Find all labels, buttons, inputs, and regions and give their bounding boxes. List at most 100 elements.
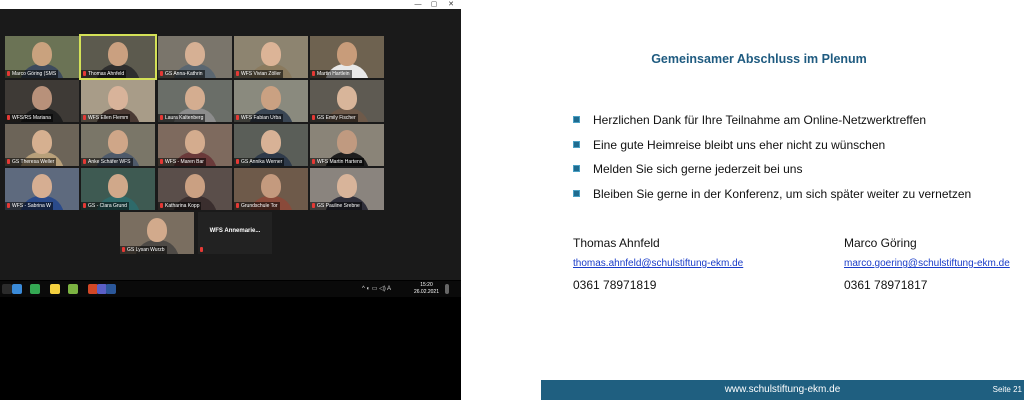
participant-name: Anke Schäfer WFS [81, 158, 133, 166]
participant-name-text: GS - Clara Grund [88, 203, 127, 209]
contact-email-link[interactable]: thomas.ahnfeld@schulstiftung-ekm.de [573, 258, 743, 278]
mic-muted-icon [200, 247, 203, 252]
participant-face [32, 86, 52, 110]
mic-muted-icon [236, 203, 239, 208]
participant-tile[interactable]: WFS Martin Hartens [310, 124, 384, 166]
participant-tile[interactable]: GS Lysan Wurzb [120, 212, 194, 254]
participant-face [337, 42, 357, 66]
mic-muted-icon [236, 115, 239, 120]
bullet-text: Herzlichen Dank für Ihre Teilnahme am On… [593, 113, 927, 127]
windows-taskbar: ^ ◐ ▭ ◁) A 15:20 26.02.2021 [0, 281, 461, 297]
participant-face [261, 130, 281, 154]
square-bullet-icon [573, 165, 580, 172]
participant-tile[interactable]: WFS Fabian Urba [234, 80, 308, 122]
window-title-bar: — ▢ ✕ [0, 0, 461, 9]
footer-url: www.schulstiftung-ekm.de [724, 384, 841, 395]
participant-name: GS Theresa Weller [5, 158, 57, 166]
participant-tile[interactable]: WFS Vivian Zöller [234, 36, 308, 78]
participant-tile[interactable]: Anke Schäfer WFS [81, 124, 155, 166]
participant-name-text: GS Lysan Wurzb [127, 247, 165, 253]
close-icon[interactable]: ✕ [444, 0, 458, 9]
mic-muted-icon [7, 71, 10, 76]
contact-email-link[interactable]: marco.goering@schulstiftung-ekm.de [844, 258, 1010, 278]
participant-gallery: Marco Göring (SMS Thomas Ahnfeld GS Anna-K… [0, 9, 461, 280]
participant-tile[interactable]: WFS Ellen Flemm [81, 80, 155, 122]
participant-name: WFS Martin Hartens [310, 158, 365, 166]
participant-face [185, 42, 205, 66]
sticky-notes-icon[interactable] [50, 284, 60, 294]
participant-tile-no-video[interactable]: WFS Annemarie... [198, 212, 272, 254]
participant-tile[interactable]: GS - Clara Grund [81, 168, 155, 210]
participant-name-text: WFS Ellen Flemm [88, 115, 129, 121]
clock-date: 26.02.2021 [413, 289, 439, 295]
participant-name: Katharina Kopp [158, 202, 202, 210]
participant-tile[interactable]: GS Theresa Weller [5, 124, 79, 166]
participant-tile[interactable]: GS Anna-Kathrin [158, 36, 232, 78]
mic-muted-icon [312, 203, 315, 208]
slide-footer: www.schulstiftung-ekm.de Seite 21 [541, 380, 1024, 400]
participant-face [32, 174, 52, 198]
participant-name-text: WFS - Sabrina W [12, 203, 51, 209]
participant-name: WFS Fabian Urba [234, 114, 284, 122]
camera-app-icon[interactable] [68, 284, 78, 294]
mic-muted-icon [7, 115, 10, 120]
show-desktop-button[interactable] [445, 284, 449, 294]
participant-name-text: WFS/RS Mariana [12, 115, 51, 121]
mic-muted-icon [312, 115, 315, 120]
participant-tile[interactable]: Katharina Kopp [158, 168, 232, 210]
participant-name-text: WFS Fabian Urba [241, 115, 282, 121]
bullet-item: Herzlichen Dank für Ihre Teilnahme am On… [573, 112, 971, 137]
participant-tile[interactable]: Laura Kaltenberg [158, 80, 232, 122]
square-bullet-icon [573, 189, 580, 197]
participant-name-text: GS Annika Werner [241, 159, 283, 165]
bullet-text: Bleiben Sie gerne in der Konferenz, um s… [593, 186, 972, 201]
maximize-icon[interactable]: ▢ [427, 0, 441, 9]
participant-name: Laura Kaltenberg [158, 114, 206, 122]
word-icon[interactable] [106, 284, 116, 294]
participant-name-text: Laura Kaltenberg [165, 115, 204, 121]
chrome-icon[interactable] [30, 284, 40, 294]
participant-tile[interactable]: Martin Hartlein [310, 36, 384, 78]
participant-face [185, 86, 205, 110]
bullet-text: Melden Sie sich gerne jederzeit bei uns [593, 162, 803, 176]
participant-face [337, 174, 357, 198]
presentation-slide: Gemeinsamer Abschluss im Plenum Herzlich… [514, 0, 1024, 400]
participant-name-text: Anke Schäfer WFS [88, 159, 131, 165]
participant-tile[interactable]: GS Pauline Srebne [310, 168, 384, 210]
participant-name-text: Thomas Ahnfeld [88, 71, 125, 77]
participant-face [185, 174, 205, 198]
mic-muted-icon [236, 159, 239, 164]
participant-face [337, 130, 357, 154]
participant-tile[interactable]: WFS - Sabrina W [5, 168, 79, 210]
participant-name: WFS - Maren Bar [158, 158, 206, 166]
mic-muted-icon [83, 71, 86, 76]
participant-tile[interactable]: GS Annika Werner [234, 124, 308, 166]
participant-face [108, 86, 128, 110]
participant-name: GS Lysan Wurzb [120, 246, 167, 254]
minimize-icon[interactable]: — [411, 0, 425, 9]
participant-tile[interactable]: WFS/RS Mariana [5, 80, 79, 122]
participant-face [108, 130, 128, 154]
participant-name-text: GS Emily Fischer [317, 115, 356, 121]
participant-tile[interactable]: Grundschule Tor [234, 168, 308, 210]
participant-face [32, 42, 52, 66]
participant-face [337, 86, 357, 110]
mic-muted-icon [83, 203, 86, 208]
contact-phone: 0361 78971817 [844, 278, 928, 292]
participant-name: Marco Göring (SMS [5, 70, 59, 78]
system-tray[interactable]: ^ ◐ ▭ ◁) A [362, 285, 391, 292]
participant-tile[interactable]: GS Emily Fischer [310, 80, 384, 122]
participant-name-text: WFS Annemarie... [209, 228, 261, 234]
square-bullet-icon [573, 140, 580, 148]
participant-name: WFS Vivian Zöller [234, 70, 283, 78]
participant-name [198, 246, 207, 254]
taskbar-clock[interactable]: 15:20 26.02.2021 [414, 282, 439, 296]
participant-tile[interactable]: Thomas Ahnfeld [79, 34, 157, 80]
participant-tile[interactable]: WFS - Maren Bar [158, 124, 232, 166]
start-icon[interactable] [2, 284, 12, 294]
explorer-icon[interactable] [12, 284, 22, 294]
participant-face [108, 174, 128, 198]
participant-tile[interactable]: Marco Göring (SMS [5, 36, 79, 78]
mic-muted-icon [7, 159, 10, 164]
participant-name: GS Annika Werner [234, 158, 285, 166]
